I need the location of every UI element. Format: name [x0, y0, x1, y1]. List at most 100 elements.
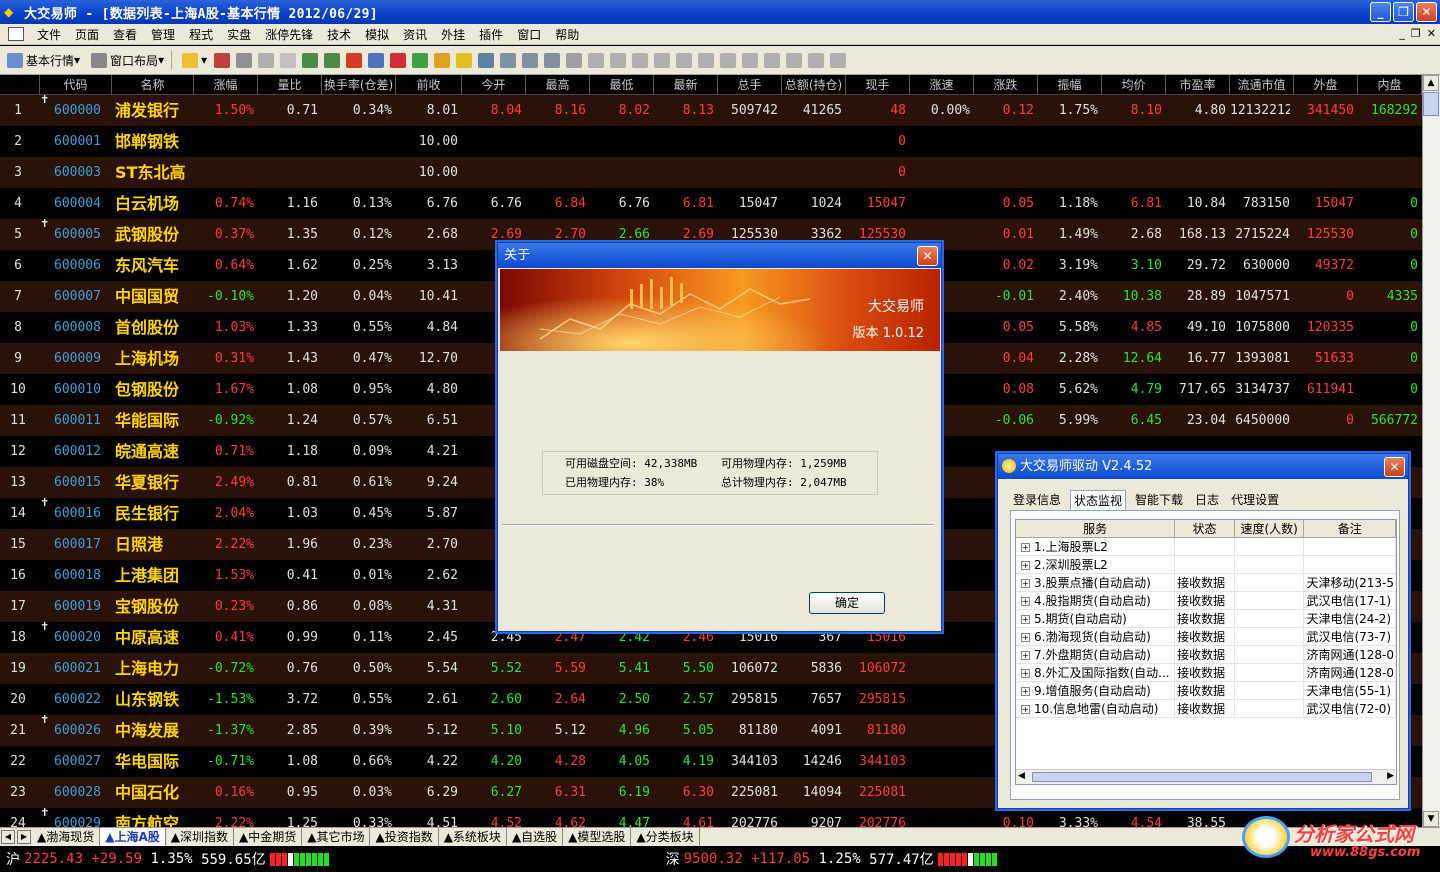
column-header[interactable]: 名称 — [112, 75, 194, 95]
col-service[interactable]: 服务 — [1016, 520, 1176, 537]
column-header[interactable]: 涨幅 — [194, 75, 258, 95]
menu-item[interactable]: 帮助 — [548, 26, 586, 43]
table-row[interactable]: 4 600004 白云机场 0.74% 1.16 0.13% 6.76 6.76 6.84 6.7… — [0, 188, 1422, 219]
market-tab[interactable]: ▲渤海现货 — [32, 828, 101, 846]
ruler-icon[interactable] — [258, 52, 275, 68]
about-dialog-title[interactable]: 关于 — [498, 243, 941, 268]
settings-icon[interactable] — [456, 52, 473, 68]
text-tool-icon[interactable] — [764, 52, 781, 68]
column-header[interactable]: 总额(持仓) — [782, 75, 846, 95]
line-icon[interactable] — [588, 52, 605, 68]
scroll-thumb[interactable] — [1423, 92, 1439, 116]
expand-icon[interactable]: + — [1021, 615, 1030, 624]
market-tab[interactable]: ▲深圳指数 — [166, 828, 234, 846]
menu-item[interactable]: 模拟 — [358, 26, 396, 43]
mdi-minimize-icon[interactable]: _ — [1399, 27, 1405, 40]
menu-item[interactable]: 管理 — [144, 26, 182, 43]
cursor-icon[interactable] — [566, 52, 583, 68]
menu-item[interactable]: 页面 — [68, 26, 106, 43]
market-tab[interactable]: ▲投资指数 — [370, 828, 439, 846]
table-row[interactable]: 2 600001 邯郸钢铁 10.00 0 — [0, 126, 1422, 157]
menu-item[interactable]: 资讯 — [396, 26, 434, 43]
service-row[interactable]: +3.股票点播(自动启动) 接收数据 天津移动(213-5) — [1016, 574, 1396, 592]
menu-item[interactable]: 文件 — [30, 26, 68, 43]
table-row[interactable]: 1 600000 浦发银行 1.50% 0.71 0.34% 8.01 8.04 8.16 8.0… — [0, 94, 1422, 126]
circle-icon[interactable] — [742, 52, 759, 68]
column-header[interactable]: 均价 — [1102, 75, 1166, 95]
market-tab[interactable]: ▲其它市场 — [302, 828, 371, 846]
market-tab[interactable]: ▲系统板块 — [439, 828, 507, 846]
expand-icon[interactable]: + — [1021, 669, 1030, 678]
menu-item[interactable]: 外挂 — [434, 26, 472, 43]
ok-button[interactable]: 确定 — [809, 592, 885, 614]
money-icon[interactable] — [412, 52, 429, 68]
driver-tab[interactable]: 日志 — [1192, 490, 1222, 510]
expand-icon[interactable]: + — [1021, 687, 1030, 696]
expand-icon[interactable]: + — [1021, 561, 1030, 570]
menu-item[interactable]: 插件 — [472, 26, 510, 43]
menu-item[interactable]: 程式 — [182, 26, 220, 43]
document-icon[interactable] — [8, 27, 24, 41]
col-note[interactable]: 备注 — [1304, 520, 1396, 537]
service-row[interactable]: +8.外汇及国际指数(自动... 接收数据 济南网通(128-0) — [1016, 664, 1396, 682]
fan-icon[interactable] — [654, 52, 671, 68]
expand-icon[interactable]: + — [1021, 543, 1030, 552]
hscroll-thumb[interactable] — [1032, 772, 1372, 782]
driver-tab[interactable]: 登录信息 — [1010, 490, 1064, 510]
column-header[interactable]: 总手 — [718, 75, 782, 95]
service-row[interactable]: +9.增值服务(自动启动) 接收数据 天津电信(55-1) — [1016, 682, 1396, 700]
tab-next-icon[interactable]: ▶ — [17, 830, 31, 844]
column-header[interactable]: 内盘 — [1358, 75, 1422, 95]
grid-check-icon[interactable] — [302, 52, 319, 68]
column-header[interactable]: 流通市值 — [1230, 75, 1294, 95]
column-header[interactable]: 今开 — [462, 75, 526, 95]
channel-icon[interactable] — [676, 52, 693, 68]
column-header[interactable]: 涨速 — [910, 75, 974, 95]
menu-item[interactable]: 涨停先锋 — [258, 26, 320, 43]
market-tab[interactable]: ▲中金期货 — [234, 828, 303, 846]
mdi-close-icon[interactable]: ✕ — [1427, 27, 1436, 40]
service-row[interactable]: +10.信息地雷(自动启动) 接收数据 武汉电信(72-0) — [1016, 700, 1396, 718]
move-icon[interactable] — [236, 52, 253, 68]
column-header[interactable]: 换手率(仓差) — [322, 75, 396, 95]
warning-icon[interactable] — [434, 52, 451, 68]
close-button[interactable]: ✕ — [1416, 2, 1437, 22]
service-row[interactable]: +5.期货(自动启动) 接收数据 天津电信(24-2) — [1016, 610, 1396, 628]
market-tab[interactable]: ▲分类板块 — [631, 828, 700, 846]
column-header[interactable]: 最低 — [590, 75, 654, 95]
mdi-restore-icon[interactable]: ❐ — [1411, 27, 1421, 40]
column-header[interactable]: 最高 — [526, 75, 590, 95]
table-row[interactable]: 24 600029 南方航空 2.22% 1.25 0.33% 4.51 4.52 4.62 4.… — [0, 807, 1422, 827]
list-icon[interactable] — [346, 52, 363, 68]
market-tab[interactable]: ▲上海A股 — [100, 828, 166, 846]
split-icon[interactable] — [544, 52, 561, 68]
vertical-scrollbar[interactable]: ▲ ▼ — [1422, 75, 1440, 827]
column-header[interactable]: 振幅 — [1038, 75, 1102, 95]
market-tab[interactable]: ▲自选股 — [507, 828, 564, 846]
vline-icon[interactable] — [632, 52, 649, 68]
restore-button[interactable]: ❐ — [1393, 2, 1414, 22]
horizontal-scrollbar[interactable]: ◀ ▶ — [1016, 769, 1396, 784]
driver-dialog-title[interactable]: 大交易师驱动 V2.4.52 — [998, 454, 1408, 479]
expand-icon[interactable]: + — [1021, 633, 1030, 642]
rectangle-icon[interactable] — [720, 52, 737, 68]
column-header[interactable]: 市盈率 — [1166, 75, 1230, 95]
service-row[interactable]: +4.股指期货(自动启动) 接收数据 武汉电信(17-1) — [1016, 592, 1396, 610]
grid-cross-icon[interactable] — [324, 52, 341, 68]
driver-tab[interactable]: 状态监视 — [1070, 490, 1127, 510]
hline-icon[interactable] — [610, 52, 627, 68]
menu-item[interactable]: 技术 — [320, 26, 358, 43]
table-row[interactable]: 3 600003 ST东北高 10.00 0 — [0, 157, 1422, 188]
parallel-icon[interactable] — [698, 52, 715, 68]
column-header[interactable]: 涨跌 — [974, 75, 1038, 95]
service-row[interactable]: +2.深圳股票L2 — [1016, 556, 1396, 574]
tab-prev-icon[interactable]: ◀ — [1, 830, 15, 844]
menu-item[interactable]: 窗口 — [510, 26, 548, 43]
alert-icon[interactable] — [390, 52, 407, 68]
stamp-icon[interactable] — [786, 52, 803, 68]
scroll-up-icon[interactable]: ▲ — [1423, 75, 1439, 91]
open-button[interactable]: ▾ — [175, 49, 211, 71]
column-header[interactable]: 量比 — [258, 75, 322, 95]
column-header[interactable]: 最新 — [654, 75, 718, 95]
expand-icon[interactable]: + — [1021, 597, 1030, 606]
